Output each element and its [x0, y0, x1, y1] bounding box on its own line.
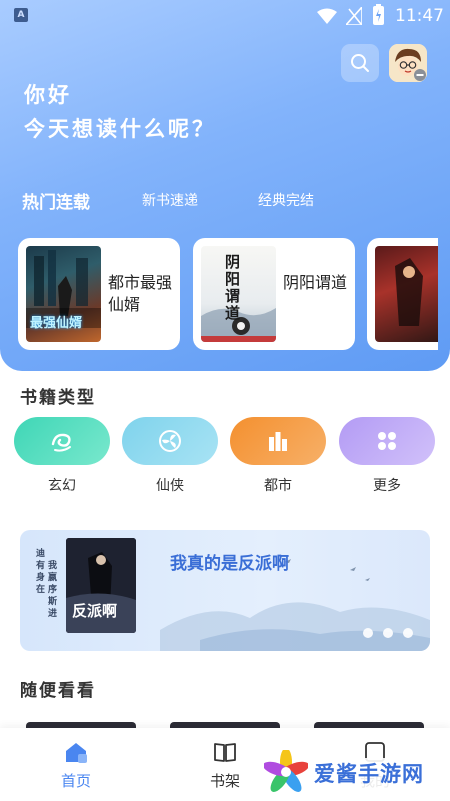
nav-bookshelf[interactable]: 书架 — [185, 728, 265, 801]
nav-home-label: 首页 — [60, 772, 91, 790]
no-signal-icon — [346, 7, 362, 25]
promo-banner[interactable]: 迪有身在 我嬴序斯进 反派啊 我真的是反派啊 — [20, 530, 430, 651]
swirl-icon — [51, 433, 71, 452]
watermark: 爱酱手游网 — [262, 750, 442, 796]
banner-book-cover: 反派啊 — [66, 538, 136, 633]
category-xuanhuan-button[interactable] — [14, 417, 110, 465]
home-icon — [66, 743, 87, 763]
banner-side-text: 迪有身在 — [36, 549, 46, 595]
app-notification-icon: A — [14, 8, 28, 22]
status-time: 11:47 — [395, 6, 444, 26]
category-section-title: 书籍类型 — [20, 388, 96, 408]
book-card[interactable] — [367, 238, 438, 350]
category-label: 更多 — [373, 478, 401, 494]
category-dushi-button[interactable] — [230, 417, 326, 465]
carousel-dot[interactable] — [383, 628, 393, 638]
grid-icon — [378, 432, 396, 450]
tab-classic-finished[interactable]: 经典完结 — [258, 190, 314, 210]
book-cover-text: 最强仙婿 — [30, 316, 83, 331]
category-label: 玄幻 — [48, 478, 76, 494]
book-card[interactable]: 阴阳谓道 阴阳谓道 — [193, 238, 355, 350]
banner-cover-text: 反派啊 — [72, 602, 118, 620]
banner-title: 我真的是反派啊 — [170, 554, 289, 574]
book-cover — [375, 246, 438, 342]
book-card[interactable]: 最强仙婿 都市最强仙婿 — [18, 238, 180, 350]
watermark-logo-icon — [264, 750, 308, 792]
battery-charging-icon — [373, 4, 384, 25]
tab-new-books[interactable]: 新书速递 — [142, 190, 198, 210]
category-label: 都市 — [264, 478, 292, 494]
nav-home[interactable]: 首页 — [36, 728, 116, 801]
greeting-line-1: 你好 — [24, 83, 72, 107]
carousel-dot[interactable] — [403, 628, 413, 638]
book-title: 阴阳谓道 — [283, 273, 348, 292]
watermark-text: 爱酱手游网 — [314, 758, 424, 788]
wifi-icon — [317, 8, 337, 24]
avatar[interactable] — [389, 44, 427, 82]
header-banner: A 11:47 你好 今天想读什么呢？ 热门连载 新书速递 经典完结 最强仙婿 … — [0, 0, 450, 371]
featured-book-carousel[interactable]: 最强仙婿 都市最强仙婿 阴阳谓道 阴阳谓道 — [18, 238, 438, 351]
book-cover: 最强仙婿 — [26, 246, 101, 342]
banner-side-text: 我嬴序斯进 — [48, 561, 58, 619]
book-title: 都市最强仙婿 — [108, 273, 173, 314]
fan-icon — [159, 430, 181, 452]
category-label: 仙侠 — [156, 478, 184, 494]
book-icon — [214, 743, 236, 762]
book-cover-text: 阴阳谓道 — [225, 253, 241, 322]
buildings-icon — [269, 432, 287, 451]
random-section-title: 随便看看 — [20, 681, 96, 701]
tab-hot-serial[interactable]: 热门连载 — [22, 188, 90, 213]
greeting-line-2: 今天想读什么呢？ — [24, 117, 216, 141]
book-cover: 阴阳谓道 — [201, 246, 276, 342]
nav-bookshelf-label: 书架 — [209, 772, 240, 790]
status-bar: A 11:47 — [0, 0, 450, 32]
home-screen: A 11:47 你好 今天想读什么呢？ 热门连载 新书速递 经典完结 最强仙婿 … — [0, 0, 450, 801]
search-button[interactable] — [341, 44, 379, 82]
greeting: 你好 今天想读什么呢？ — [24, 78, 216, 146]
search-icon — [351, 54, 369, 72]
category-more-button[interactable] — [339, 417, 435, 465]
category-xianxia-button[interactable] — [122, 417, 218, 465]
avatar-cartoon-icon — [389, 44, 427, 82]
carousel-dot[interactable] — [363, 628, 373, 638]
book-tabs: 热门连载 新书速递 经典完结 — [22, 190, 442, 214]
